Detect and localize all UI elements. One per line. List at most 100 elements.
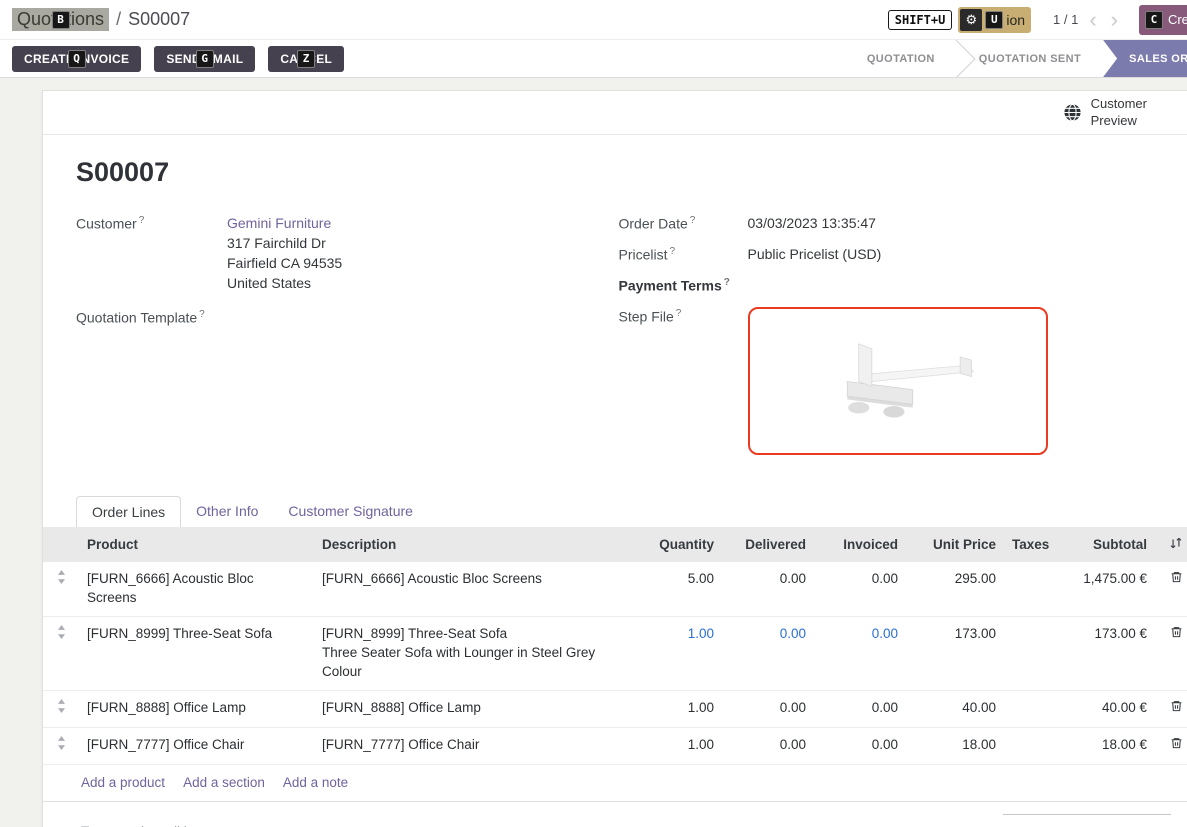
cell-taxes[interactable] — [1004, 727, 1050, 764]
field-quotation-template[interactable]: Quotation Template? — [76, 308, 619, 326]
cell-product[interactable]: [FURN_8888] Office Lamp — [79, 690, 314, 727]
cell-unit-price[interactable]: 40.00 — [906, 690, 1004, 727]
cell-quantity[interactable]: 1.00 — [644, 617, 722, 691]
help-icon: ? — [139, 215, 145, 226]
sheet-bottom: Terms and conditions... Total: 1,706.00 … — [43, 802, 1187, 827]
field-pricelist-label: Pricelist? — [619, 245, 748, 265]
terms-and-conditions-placeholder[interactable]: Terms and conditions... — [81, 814, 220, 827]
breadcrumb-quotations[interactable]: Quotations B — [12, 8, 109, 31]
cell-subtotal: 1,475.00 € — [1050, 562, 1155, 616]
add-a-note-link[interactable]: Add a note — [283, 775, 348, 790]
field-pricelist: Pricelist? Public Pricelist (USD) — [619, 245, 1162, 265]
breadcrumb-separator: / — [116, 9, 121, 30]
status-step-sales-order[interactable]: SALES ORDER — [1103, 40, 1187, 77]
drag-handle[interactable] — [43, 562, 79, 616]
cell-invoiced[interactable]: 0.00 — [814, 690, 906, 727]
order-line-row-4: [FURN_7777] Office Chair [FURN_7777] Off… — [43, 727, 1187, 764]
field-order-date-label: Order Date? — [619, 214, 748, 234]
cell-unit-price[interactable]: 295.00 — [906, 562, 1004, 616]
column-header-unit-price[interactable]: Unit Price — [906, 527, 1004, 562]
cancel-button[interactable]: CANCEL Z — [268, 46, 344, 72]
delete-line-button[interactable] — [1155, 617, 1187, 691]
column-header-taxes[interactable]: Taxes — [1004, 527, 1050, 562]
column-header-invoiced[interactable]: Invoiced — [814, 527, 906, 562]
column-header-handle — [43, 527, 79, 562]
create-invoice-button[interactable]: CREATE INVOICE Q — [12, 46, 141, 72]
status-step-quotation-label: QUOTATION — [867, 53, 935, 65]
cell-invoiced[interactable]: 0.00 — [814, 727, 906, 764]
tab-customer-signature[interactable]: Customer Signature — [273, 496, 428, 527]
customer-preview-label: Customer Preview — [1091, 96, 1147, 129]
hotkey-badge-create: C — [1145, 11, 1163, 29]
field-order-date-label-text: Order Date — [619, 216, 688, 232]
delete-line-button[interactable] — [1155, 562, 1187, 616]
field-payment-terms-label: Payment Terms? — [619, 276, 748, 294]
tab-order-lines[interactable]: Order Lines — [76, 496, 181, 527]
cell-description[interactable]: [FURN_7777] Office Chair — [314, 727, 644, 764]
cell-delivered[interactable]: 0.00 — [722, 562, 814, 616]
drag-handle-icon — [57, 699, 66, 713]
cell-quantity[interactable]: 1.00 — [644, 690, 722, 727]
pager-next-button[interactable]: › — [1104, 9, 1125, 31]
cell-quantity[interactable]: 1.00 — [644, 727, 722, 764]
order-line-row-3: [FURN_8888] Office Lamp [FURN_8888] Offi… — [43, 690, 1187, 727]
field-customer-value: Gemini Furniture 317 Fairchild Dr Fairfi… — [227, 214, 342, 294]
add-a-product-link[interactable]: Add a product — [81, 775, 165, 790]
notebook-tabs: Order Lines Other Info Customer Signatur… — [76, 496, 1187, 527]
cell-unit-price[interactable]: 173.00 — [906, 617, 1004, 691]
trash-icon — [1170, 625, 1183, 639]
control-panel-right: SHIFT+U ⚙ U ion 1 / 1 ‹ › C Create — [888, 5, 1187, 35]
form-area: S00007 Customer? Gemini Furniture 317 Fa… — [43, 135, 1187, 466]
cell-taxes[interactable] — [1004, 690, 1050, 727]
cell-description[interactable]: [FURN_6666] Acoustic Bloc Screens — [314, 562, 644, 616]
delete-line-button[interactable] — [1155, 727, 1187, 764]
cell-invoiced[interactable]: 0.00 — [814, 617, 906, 691]
table-header-row: Product Description Quantity Delivered I… — [43, 527, 1187, 562]
control-panel: Quotations B / S00007 SHIFT+U ⚙ U ion 1 … — [0, 0, 1187, 40]
action-button-bar: CREATE INVOICE Q SEND EMAIL G CANCEL Z Q… — [0, 40, 1187, 78]
column-header-description[interactable]: Description — [314, 527, 644, 562]
hotkey-badge-create-invoice: Q — [68, 50, 86, 68]
add-a-section-link[interactable]: Add a section — [183, 775, 265, 790]
content-area: Customer Preview S00007 Customer? — [0, 78, 1187, 827]
cell-taxes[interactable] — [1004, 617, 1050, 691]
cell-product[interactable]: [FURN_7777] Office Chair — [79, 727, 314, 764]
adjust-columns-button[interactable] — [1155, 527, 1187, 562]
cell-delivered[interactable]: 0.00 — [722, 690, 814, 727]
cell-description[interactable]: [FURN_8888] Office Lamp — [314, 690, 644, 727]
delete-line-button[interactable] — [1155, 690, 1187, 727]
cell-unit-price[interactable]: 18.00 — [906, 727, 1004, 764]
cell-product[interactable]: [FURN_6666] Acoustic Bloc Screens — [79, 562, 314, 616]
action-menu-button[interactable]: ⚙ U ion — [958, 7, 1031, 33]
cell-product[interactable]: [FURN_8999] Three-Seat Sofa — [79, 617, 314, 691]
cell-description[interactable]: [FURN_8999] Three-Seat Sofa Three Seater… — [314, 617, 644, 691]
cell-delivered[interactable]: 0.00 — [722, 727, 814, 764]
drag-handle[interactable] — [43, 617, 79, 691]
customer-link[interactable]: Gemini Furniture — [227, 215, 331, 231]
column-header-subtotal[interactable]: Subtotal — [1050, 527, 1155, 562]
column-header-quantity[interactable]: Quantity — [644, 527, 722, 562]
status-step-quotation[interactable]: QUOTATION — [845, 40, 957, 77]
hotkey-badge-send-email: G — [196, 50, 214, 68]
tab-other-info[interactable]: Other Info — [181, 496, 273, 527]
cell-quantity[interactable]: 5.00 — [644, 562, 722, 616]
tab-order-lines-label: Order Lines — [92, 504, 165, 520]
pager-previous-button[interactable]: ‹ — [1082, 9, 1103, 31]
field-pricelist-value[interactable]: Public Pricelist (USD) — [748, 245, 882, 265]
step-file-3d-model — [808, 329, 988, 434]
cell-delivered[interactable]: 0.00 — [722, 617, 814, 691]
send-email-button[interactable]: SEND EMAIL G — [154, 46, 255, 72]
hotkey-badge-shift-u: SHIFT+U — [888, 10, 953, 30]
field-quotation-template-label: Quotation Template? — [76, 308, 227, 326]
cell-taxes[interactable] — [1004, 562, 1050, 616]
field-order-date-value[interactable]: 03/03/2023 13:35:47 — [748, 214, 876, 234]
create-button[interactable]: C Create — [1139, 5, 1187, 35]
step-file-image[interactable] — [748, 307, 1048, 455]
status-step-quotation-sent[interactable]: QUOTATION SENT — [957, 40, 1103, 77]
drag-handle[interactable] — [43, 690, 79, 727]
cell-invoiced[interactable]: 0.00 — [814, 562, 906, 616]
customer-preview-button[interactable]: Customer Preview — [1063, 96, 1147, 129]
column-header-product[interactable]: Product — [79, 527, 314, 562]
drag-handle[interactable] — [43, 727, 79, 764]
column-header-delivered[interactable]: Delivered — [722, 527, 814, 562]
